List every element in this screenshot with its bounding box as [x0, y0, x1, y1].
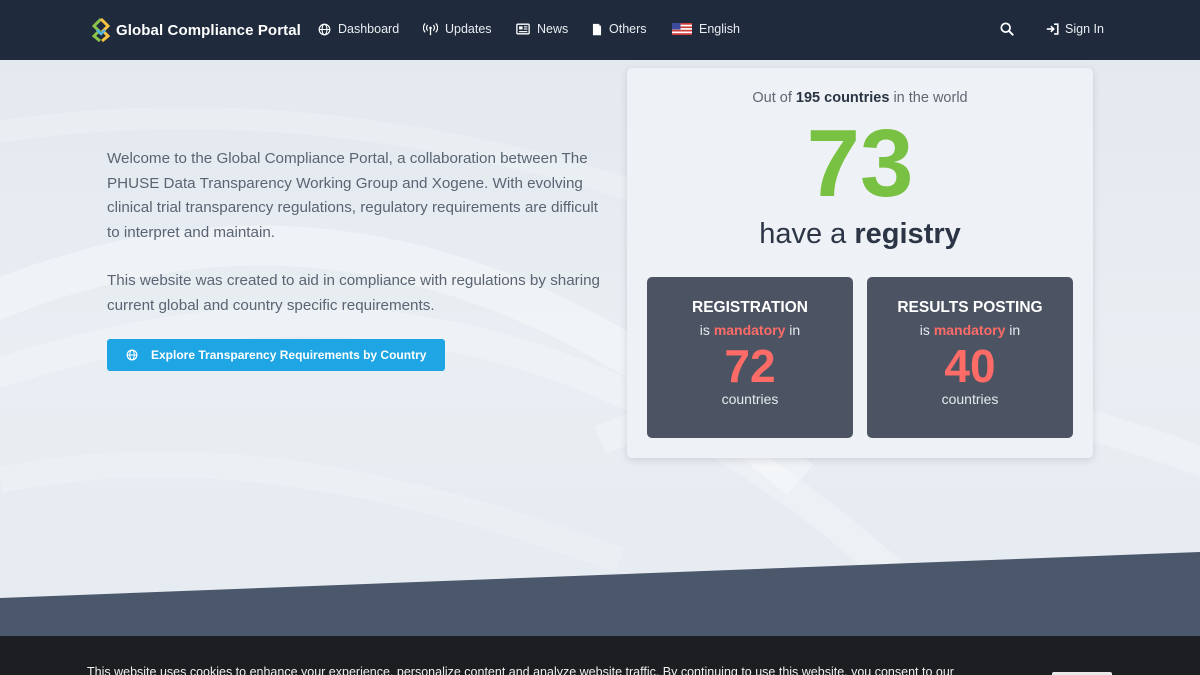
registration-in: in [789, 322, 801, 338]
language-selector[interactable]: English [672, 22, 740, 36]
registration-is: is [699, 322, 710, 338]
registry-count: 73 [806, 110, 914, 217]
nav-updates[interactable]: Updates [423, 22, 492, 36]
results-mandatory-word: mandatory [933, 322, 1006, 338]
stats-card: Out of 195 countries in the world 73 hav… [627, 68, 1093, 458]
out-of-suffix: in the world [893, 90, 968, 106]
registry-word: registry [854, 218, 961, 250]
nav-updates-label: Updates [445, 22, 492, 36]
nav-news[interactable]: News [516, 22, 568, 36]
total-countries: 195 countries [795, 90, 890, 106]
results-posting-count: 40 [944, 340, 996, 392]
nav-others-label: Others [609, 22, 647, 36]
registration-unit: countries [721, 391, 779, 407]
search-button[interactable] [1000, 22, 1014, 41]
intro-paragraph-1: Welcome to the Global Compliance Portal,… [107, 150, 599, 241]
globe-icon [318, 23, 331, 35]
registration-title: REGISTRATION [692, 299, 808, 316]
intro-paragraph-2: This website was created to aid in compl… [107, 272, 601, 314]
sign-in-icon [1046, 23, 1059, 35]
have-a-label: have a [759, 218, 847, 250]
explore-requirements-label: Explore Transparency Requirements by Cou… [151, 348, 427, 362]
sign-in-label: Sign In [1065, 22, 1104, 36]
portal-logo-icon [91, 18, 111, 42]
have-registry-text: have a registry [627, 218, 1093, 251]
results-mandatory-text: is mandatory in [867, 322, 1073, 338]
registration-mandatory-word: mandatory [713, 322, 786, 338]
globe-icon [126, 349, 138, 361]
newspaper-icon [516, 23, 530, 35]
top-navbar: Global Compliance Portal Dashboard Updat… [0, 0, 1200, 60]
brand-name: Global Compliance Portal [116, 21, 301, 39]
us-flag-icon [672, 23, 692, 35]
out-of-countries-text: Out of 195 countries in the world [627, 90, 1093, 106]
language-label: English [699, 22, 740, 36]
nav-dashboard[interactable]: Dashboard [318, 22, 399, 36]
registration-count: 72 [724, 340, 776, 392]
results-posting-stat-box: RESULTS POSTING is mandatory in 40 count… [867, 277, 1073, 438]
results-posting-title: RESULTS POSTING [897, 299, 1043, 316]
broadcast-icon [423, 22, 438, 35]
results-posting-unit: countries [941, 391, 999, 407]
sign-in-link[interactable]: Sign In [1046, 22, 1104, 36]
brand-logo-link[interactable]: Global Compliance Portal [90, 18, 301, 42]
cookie-consent-banner: This website uses cookies to enhance you… [0, 636, 1200, 675]
registration-mandatory-text: is mandatory in [647, 322, 853, 338]
file-icon [592, 23, 602, 35]
cookie-consent-text: This website uses cookies to enhance you… [87, 665, 954, 675]
intro-text: Welcome to the Global Compliance Portal,… [107, 147, 602, 318]
nav-others[interactable]: Others [592, 22, 647, 36]
nav-news-label: News [537, 22, 569, 36]
explore-requirements-button[interactable]: Explore Transparency Requirements by Cou… [107, 339, 445, 371]
results-in: in [1009, 322, 1021, 338]
search-icon [1000, 22, 1014, 36]
registration-stat-box: REGISTRATION is mandatory in 72 countrie… [647, 277, 853, 438]
out-of-prefix: Out of [752, 90, 792, 106]
nav-dashboard-label: Dashboard [338, 22, 400, 36]
results-is: is [919, 322, 930, 338]
